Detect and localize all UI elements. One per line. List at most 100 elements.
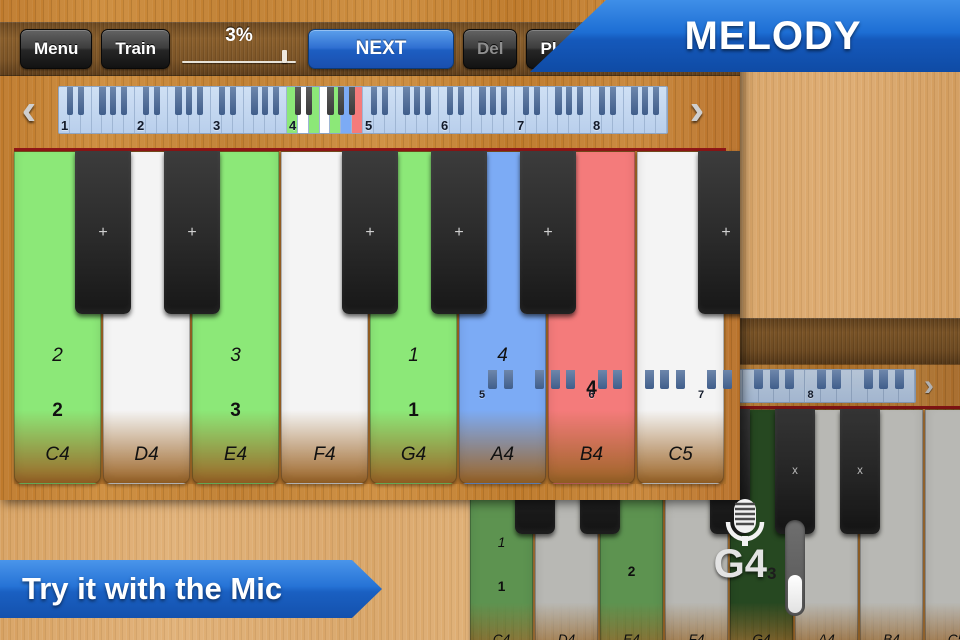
mic-level-meter[interactable] [785,520,805,616]
mini-black-key[interactable] [446,87,453,115]
key-note-label: E4 [223,444,248,466]
mini-black-key[interactable] [424,87,432,115]
mini-black-key[interactable] [229,87,236,115]
mini-black-key[interactable] [535,369,545,389]
mini-black-key[interactable] [66,87,73,115]
mini-black-key[interactable] [218,87,225,115]
mini-black-key[interactable] [348,87,356,115]
piano-black-key-3[interactable]: + [342,151,398,315]
mini-black-key[interactable] [294,87,301,115]
mini-black-key[interactable] [707,369,717,389]
mini-keyboard-overview[interactable]: 1 2 3 4 5 6 7 8 [58,86,668,134]
piano-black-key-5[interactable]: + [520,151,576,315]
background-scroll-right-icon[interactable]: › [924,370,934,401]
mini-black-key[interactable] [533,87,540,115]
mini-black-key[interactable] [609,87,616,115]
mini-black-key[interactable] [863,369,873,389]
mini-black-key[interactable] [631,87,638,115]
key-note-label: B4 [579,444,604,466]
mini-black-key[interactable] [598,87,605,115]
mini-octave-label: 6 [588,388,595,401]
scroll-right-icon[interactable]: › [668,88,726,132]
progress-indicator[interactable]: 3% [179,25,299,71]
mini-black-key[interactable] [652,87,660,115]
mini-black-key[interactable] [153,87,160,115]
mini-octave-label: 8 [593,118,601,134]
del-button[interactable]: Del [463,29,518,69]
mini-black-key[interactable] [272,87,280,115]
key-index-italic: 1 [408,345,419,367]
mini-black-key[interactable] [479,87,486,115]
piano-black-key-4[interactable]: x [774,409,816,534]
train-button[interactable]: Train [101,29,171,69]
mini-black-key[interactable] [550,369,560,389]
mini-black-key[interactable] [576,87,584,115]
mini-black-key[interactable] [488,369,498,389]
mini-black-key[interactable] [414,87,421,115]
key-index-bold: 1 [497,579,506,595]
mini-black-key[interactable] [879,369,889,389]
mini-black-key[interactable] [644,369,654,389]
mini-black-key[interactable] [894,369,904,389]
key-note-label: C4 [45,444,70,466]
mini-black-key[interactable] [675,369,685,389]
mini-black-key[interactable] [769,369,779,389]
mini-black-key[interactable] [175,87,182,115]
mini-black-key[interactable] [785,369,795,389]
key-index-bold: 3 [230,400,241,422]
mini-black-key[interactable] [642,87,649,115]
mini-black-key[interactable] [262,87,269,115]
mini-black-key[interactable] [722,369,732,389]
progress-thumb[interactable] [282,50,288,63]
mini-black-key[interactable] [338,87,345,115]
mini-black-key[interactable] [503,369,513,389]
mini-black-key[interactable] [381,87,388,115]
piano-black-key-4[interactable]: + [431,151,487,315]
key-note-label: A4 [818,632,835,640]
mini-black-key[interactable] [457,87,464,115]
piano-black-key-1[interactable]: + [164,151,220,315]
mini-black-key[interactable] [77,87,84,115]
mini-black-key[interactable] [110,87,117,115]
progress-track[interactable] [182,61,297,63]
mini-black-key[interactable] [816,369,826,389]
mini-octave-label: 6 [441,118,449,134]
mini-octave-label: 8 [807,388,814,401]
key-note-label: C5 [668,444,693,466]
mini-keyboard-row: ‹ 1 2 3 4 5 6 7 8 › [0,76,740,144]
mini-black-key[interactable] [660,369,670,389]
piano-black-key-5[interactable]: x [839,409,881,534]
mini-black-key[interactable] [832,369,842,389]
mini-black-key[interactable] [142,87,149,115]
mini-black-key[interactable] [566,369,576,389]
mini-black-key[interactable] [597,369,607,389]
mini-octave-label: 7 [517,118,525,134]
piano-black-key-0[interactable]: + [75,151,131,315]
key-note-label: G4 [400,444,427,466]
mini-black-key[interactable] [186,87,193,115]
mini-black-key[interactable] [613,369,623,389]
mini-black-key[interactable] [370,87,377,115]
piano-key-c5[interactable]: C5 [925,409,960,640]
mini-black-key[interactable] [522,87,529,115]
next-button[interactable]: NEXT [308,29,455,69]
mini-black-key[interactable] [305,87,312,115]
mini-black-key[interactable] [566,87,573,115]
mini-black-key[interactable] [327,87,334,115]
mini-black-key[interactable] [120,87,128,115]
promo-banner-label: Try it with the Mic [22,571,283,606]
mini-black-key[interactable] [251,87,258,115]
mini-black-key[interactable] [555,87,562,115]
mini-black-key[interactable] [754,369,764,389]
mini-black-key[interactable] [500,87,508,115]
key-index-bold: 1 [408,400,419,422]
mini-black-key[interactable] [99,87,106,115]
promo-banner[interactable]: Try it with the Mic [0,560,382,618]
mini-black-key[interactable] [196,87,204,115]
menu-button[interactable]: Menu [20,29,93,69]
scroll-left-icon[interactable]: ‹ [0,88,58,132]
key-note-label: G4 [752,632,771,640]
piano-black-key-7[interactable]: + [698,151,740,315]
mini-black-key[interactable] [403,87,410,115]
mini-black-key[interactable] [490,87,497,115]
